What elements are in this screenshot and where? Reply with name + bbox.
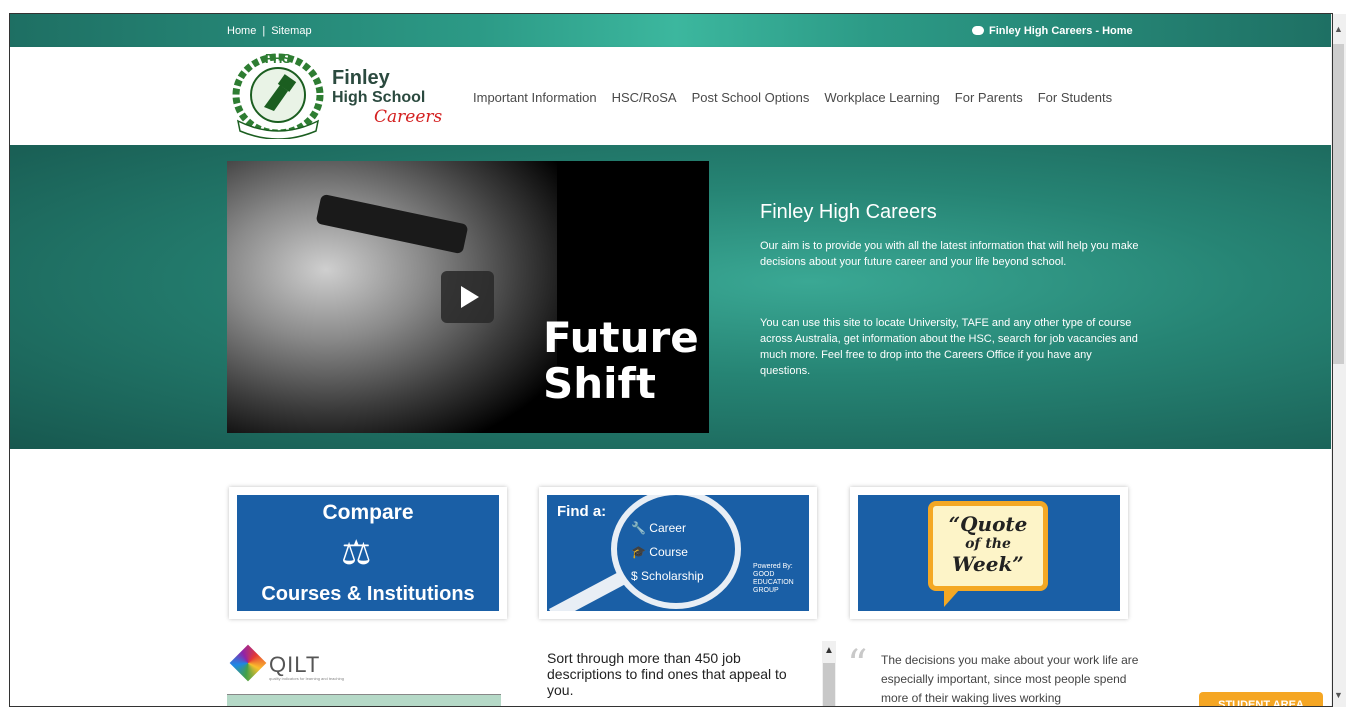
- speech-bubble-tail: [944, 589, 960, 607]
- graduation-cap-icon: 🎓: [631, 545, 646, 559]
- top-links: Home | Sitemap: [227, 25, 312, 37]
- dollar-icon: $: [631, 569, 638, 583]
- scroll-down-arrow-icon[interactable]: ▼: [1334, 690, 1343, 700]
- nav-workplace-learning[interactable]: Workplace Learning: [824, 90, 939, 105]
- qilt-diamond-icon: [229, 644, 267, 682]
- play-icon[interactable]: [441, 271, 494, 323]
- nav-for-students[interactable]: For Students: [1038, 90, 1112, 105]
- site-header: FHS Finley High School Careers Important…: [10, 47, 1342, 145]
- video-title: Future Shift: [543, 315, 699, 407]
- link-separator: |: [262, 25, 266, 37]
- find-scholarship-item: $ Scholarship: [631, 569, 704, 583]
- wrench-icon: 🔧: [631, 521, 646, 535]
- find-scholarship-label: Scholarship: [641, 569, 704, 583]
- student-area-button[interactable]: STUDENT AREA: [1199, 692, 1323, 707]
- job-descriptions-text: Sort through more than 450 job descripti…: [547, 650, 787, 698]
- find-career-item: 🔧 Career: [631, 521, 686, 535]
- brand-line-2: High School: [332, 89, 426, 106]
- video-thumbnail: [227, 161, 557, 433]
- powered-by-label: Powered By:: [753, 563, 793, 570]
- compare-title: Compare: [322, 501, 414, 524]
- sitemap-link[interactable]: Sitemap: [271, 25, 311, 37]
- find-course-item: 🎓 Course: [631, 545, 688, 559]
- qilt-tagline: quality indicators for learning and teac…: [269, 676, 344, 681]
- find-tile-banner: Find a: 🔧 Career 🎓 Course $ Scholarship …: [547, 495, 809, 611]
- scroll-thumb[interactable]: [823, 663, 835, 707]
- nav-hsc-rosa[interactable]: HSC/RoSA: [612, 90, 677, 105]
- scroll-up-icon[interactable]: ▲: [824, 645, 834, 656]
- find-career-label: Career: [649, 521, 686, 535]
- hero-banner: Future Shift Finley High Careers Our aim…: [10, 145, 1342, 449]
- school-crest-logo[interactable]: FHS: [228, 51, 328, 139]
- main-nav: Important Information HSC/RoSA Post School…: [473, 90, 1127, 105]
- brand-line-1: Finley: [332, 67, 390, 89]
- powered-by: Powered By: GOOD EDUCATION GROUP: [753, 563, 809, 595]
- qilt-widget-bar[interactable]: [227, 694, 501, 707]
- video-title-line-1: Future: [543, 313, 699, 362]
- quote-mark-icon: “: [847, 642, 868, 688]
- site-home-label: Finley High Careers - Home: [989, 25, 1133, 37]
- find-career-tile[interactable]: Find a: 🔧 Career 🎓 Course $ Scholarship …: [539, 487, 817, 619]
- scroll-up-arrow-icon[interactable]: ▲: [1334, 24, 1343, 34]
- powered-by-org: GOOD EDUCATION GROUP: [753, 571, 794, 594]
- nav-for-parents[interactable]: For Parents: [955, 90, 1023, 105]
- window-scrollbar[interactable]: ▲ ▼: [1331, 14, 1346, 707]
- job-list-scrollbar[interactable]: ▲: [822, 641, 836, 707]
- site-home-link[interactable]: Finley High Careers - Home: [972, 25, 1133, 37]
- video-player[interactable]: Future Shift: [227, 161, 709, 433]
- window-scroll-thumb[interactable]: [1333, 44, 1344, 364]
- logo-monogram: FHS: [265, 51, 291, 66]
- find-label: Find a:: [557, 503, 607, 520]
- find-course-label: Course: [649, 545, 688, 559]
- home-link[interactable]: Home: [227, 25, 256, 37]
- nav-important-information[interactable]: Important Information: [473, 90, 597, 105]
- scales-icon: ⚖: [341, 534, 372, 572]
- hero-paragraph-1: Our aim is to provide you with all the l…: [760, 240, 1139, 268]
- quote-line-3: Week”: [952, 552, 1024, 576]
- compare-tile-banner: Compare ⚖ Courses & Institutions: [237, 495, 499, 611]
- qilt-name: QILT: [269, 652, 321, 677]
- brand-name[interactable]: Finley High School Careers: [332, 67, 442, 127]
- hero-heading: Finley High Careers: [760, 201, 937, 223]
- page: Home | Sitemap Finley High Careers - Home …: [10, 14, 1342, 707]
- compare-subtitle: Courses & Institutions: [261, 583, 475, 605]
- compare-courses-tile[interactable]: Compare ⚖ Courses & Institutions: [229, 487, 507, 619]
- top-bar: Home | Sitemap Finley High Careers - Home: [10, 14, 1342, 47]
- quote-text: The decisions you make about your work l…: [881, 653, 1139, 705]
- nav-post-school-options[interactable]: Post School Options: [692, 90, 810, 105]
- chat-bubble-icon: [972, 26, 984, 35]
- speech-bubble-icon: “Quote of the Week”: [928, 501, 1048, 591]
- quote-line-1: “Quote: [948, 512, 1028, 536]
- brand-line-3: Careers: [374, 107, 443, 127]
- quote-line-2: of the: [965, 536, 1011, 552]
- quote-of-the-week-tile[interactable]: “Quote of the Week”: [850, 487, 1128, 619]
- quote-tile-banner: “Quote of the Week”: [858, 495, 1120, 611]
- video-title-line-2: Shift: [543, 359, 656, 408]
- hero-paragraph-2: You can use this site to locate Universi…: [760, 317, 1138, 377]
